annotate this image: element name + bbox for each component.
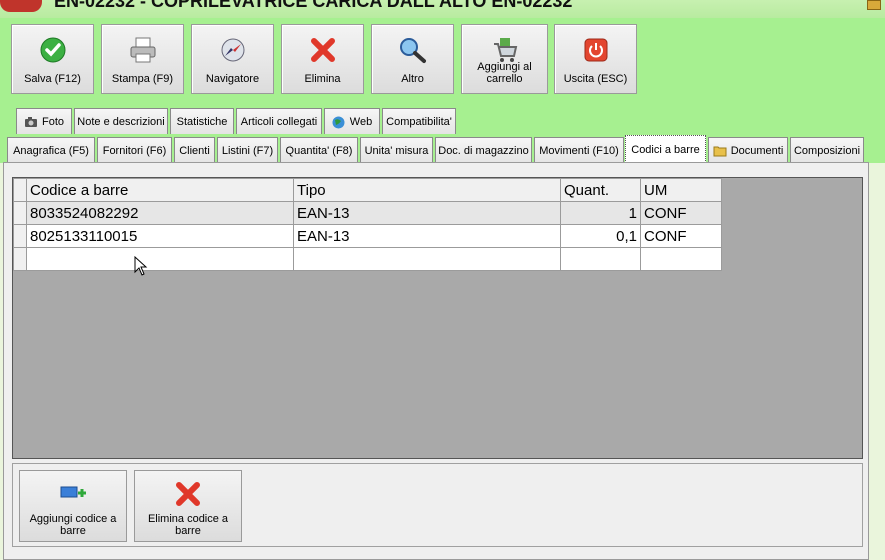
exit-button[interactable]: Uscita (ESC)	[554, 24, 637, 94]
tab-label: Fornitori (F6)	[102, 144, 167, 157]
compass-icon	[218, 35, 248, 65]
add-to-cart-button[interactable]: Aggiungi al carrello	[461, 24, 548, 94]
globe-icon	[332, 116, 346, 128]
tab-label: Statistiche	[176, 115, 228, 128]
column-header-type[interactable]: Tipo	[293, 178, 561, 202]
tab-label: Listini (F7)	[221, 144, 274, 157]
tab-movements[interactable]: Movimenti (F10)	[534, 137, 624, 163]
column-header-barcode[interactable]: Codice a barre	[26, 178, 294, 202]
tab-anagrafica[interactable]: Anagrafica (F5)	[7, 137, 95, 163]
mouse-cursor-icon	[134, 256, 148, 276]
package-icon	[867, 0, 881, 10]
magnifier-icon	[398, 35, 428, 65]
tab-barcodes[interactable]: Codici a barre	[625, 135, 706, 163]
tab-documents[interactable]: Documenti	[708, 137, 788, 163]
cell-type[interactable]: EAN-13	[293, 224, 561, 248]
delete-barcode-button[interactable]: Elimina codice a barre	[134, 470, 242, 542]
row-indicator[interactable]	[13, 201, 27, 225]
tab-label: Quantita' (F8)	[285, 144, 353, 157]
column-header-um[interactable]: UM	[640, 178, 722, 202]
tab-label: Unita' misura	[364, 144, 429, 157]
camera-icon	[24, 116, 38, 128]
cell-quantity[interactable]: 1	[560, 201, 641, 225]
save-button-label: Salva (F12)	[24, 73, 81, 85]
tab-compositions[interactable]: Composizioni	[790, 137, 864, 163]
barcode-grid[interactable]: Codice a barre Tipo Quant. UM 8033524082…	[13, 178, 722, 271]
add-barcode-icon	[58, 479, 88, 509]
tab-label: Articoli collegati	[240, 115, 318, 128]
tab-label: Composizioni	[793, 144, 861, 157]
navigator-button[interactable]: Navigatore	[191, 24, 274, 94]
exit-button-label: Uscita (ESC)	[563, 73, 628, 85]
tab-warehouse-docs[interactable]: Doc. di magazzino	[435, 137, 532, 163]
tab-label: Documenti	[730, 144, 784, 157]
window-title: EN-02232 - COPRILEVATRICE CARICA DALL'AL…	[54, 0, 573, 11]
row-indicator[interactable]	[13, 247, 27, 271]
tab-statistics[interactable]: Statistiche	[170, 108, 234, 134]
toolbar: Salva (F12) Stampa (F9) Navigatore Elimi…	[0, 18, 885, 104]
cell-um[interactable]	[640, 247, 722, 271]
tab-compatibility[interactable]: Compatibilita'	[382, 108, 456, 134]
tab-units[interactable]: Unita' misura	[360, 137, 433, 163]
cell-um[interactable]: CONF	[640, 201, 722, 225]
more-button[interactable]: Altro	[371, 24, 454, 94]
tab-label: Movimenti (F10)	[539, 144, 619, 157]
grid-header-row: Codice a barre Tipo Quant. UM	[13, 178, 722, 202]
tab-strip-top: Foto Note e descrizioni Statistiche Arti…	[0, 104, 885, 134]
cell-type[interactable]: EAN-13	[293, 201, 561, 225]
cell-barcode[interactable]: 8033524082292	[26, 201, 294, 225]
table-row-new[interactable]	[13, 247, 722, 271]
more-button-label: Altro	[401, 73, 424, 85]
tab-related-articles[interactable]: Articoli collegati	[236, 108, 322, 134]
tab-quantities[interactable]: Quantita' (F8)	[280, 137, 358, 163]
row-indicator	[13, 178, 27, 202]
barcode-actions-panel: Aggiungi codice a barre Elimina codice a…	[12, 463, 863, 547]
tab-notes[interactable]: Note e descrizioni	[74, 108, 168, 134]
title-bar: EN-02232 - COPRILEVATRICE CARICA DALL'AL…	[0, 0, 885, 18]
barcode-grid-panel: Codice a barre Tipo Quant. UM 8033524082…	[12, 177, 863, 459]
tab-strip-main: Anagrafica (F5) Fornitori (F6) Clienti L…	[0, 134, 885, 163]
tab-content: Codice a barre Tipo Quant. UM 8033524082…	[3, 162, 869, 560]
tab-label: Web	[349, 115, 373, 128]
table-row[interactable]: 8033524082292 EAN-13 1 CONF	[13, 201, 722, 225]
cell-quantity[interactable]: 0,1	[560, 224, 641, 248]
navigator-button-label: Navigatore	[205, 73, 260, 85]
save-button[interactable]: Salva (F12)	[11, 24, 94, 94]
tab-label: Compatibilita'	[386, 115, 452, 128]
add-barcode-button-label: Aggiungi codice a barre	[29, 513, 117, 537]
cell-type[interactable]	[293, 247, 561, 271]
delete-button[interactable]: Elimina	[281, 24, 364, 94]
tab-label: Doc. di magazzino	[438, 144, 529, 157]
app-icon	[0, 0, 42, 12]
column-header-quantity[interactable]: Quant.	[560, 178, 641, 202]
printer-icon	[128, 35, 158, 65]
table-row[interactable]: 8025133110015 EAN-13 0,1 CONF	[13, 224, 722, 248]
tab-suppliers[interactable]: Fornitori (F6)	[97, 137, 172, 163]
red-x-icon	[173, 479, 203, 509]
tab-label: Note e descrizioni	[77, 115, 165, 128]
tab-label: Foto	[41, 115, 64, 128]
add-barcode-button[interactable]: Aggiungi codice a barre	[19, 470, 127, 542]
power-icon	[581, 35, 611, 65]
cell-um[interactable]: CONF	[640, 224, 722, 248]
tab-web[interactable]: Web	[324, 108, 380, 134]
tab-foto[interactable]: Foto	[16, 108, 72, 134]
folder-icon	[713, 145, 727, 157]
tab-customers[interactable]: Clienti	[174, 137, 215, 163]
add-to-cart-button-label: Aggiungi al carrello	[477, 61, 532, 85]
tab-price-lists[interactable]: Listini (F7)	[217, 137, 278, 163]
checkmark-icon	[38, 35, 68, 65]
cell-barcode[interactable]: 8025133110015	[26, 224, 294, 248]
tab-label: Codici a barre	[631, 143, 700, 156]
row-indicator[interactable]	[13, 224, 27, 248]
cell-barcode[interactable]	[26, 247, 294, 271]
cell-quantity[interactable]	[560, 247, 641, 271]
delete-barcode-button-label: Elimina codice a barre	[147, 513, 229, 537]
tab-label: Clienti	[179, 144, 210, 157]
print-button-label: Stampa (F9)	[111, 73, 174, 85]
delete-button-label: Elimina	[304, 73, 341, 85]
red-x-icon	[308, 35, 338, 65]
tab-label: Anagrafica (F5)	[13, 144, 89, 157]
print-button[interactable]: Stampa (F9)	[101, 24, 184, 94]
